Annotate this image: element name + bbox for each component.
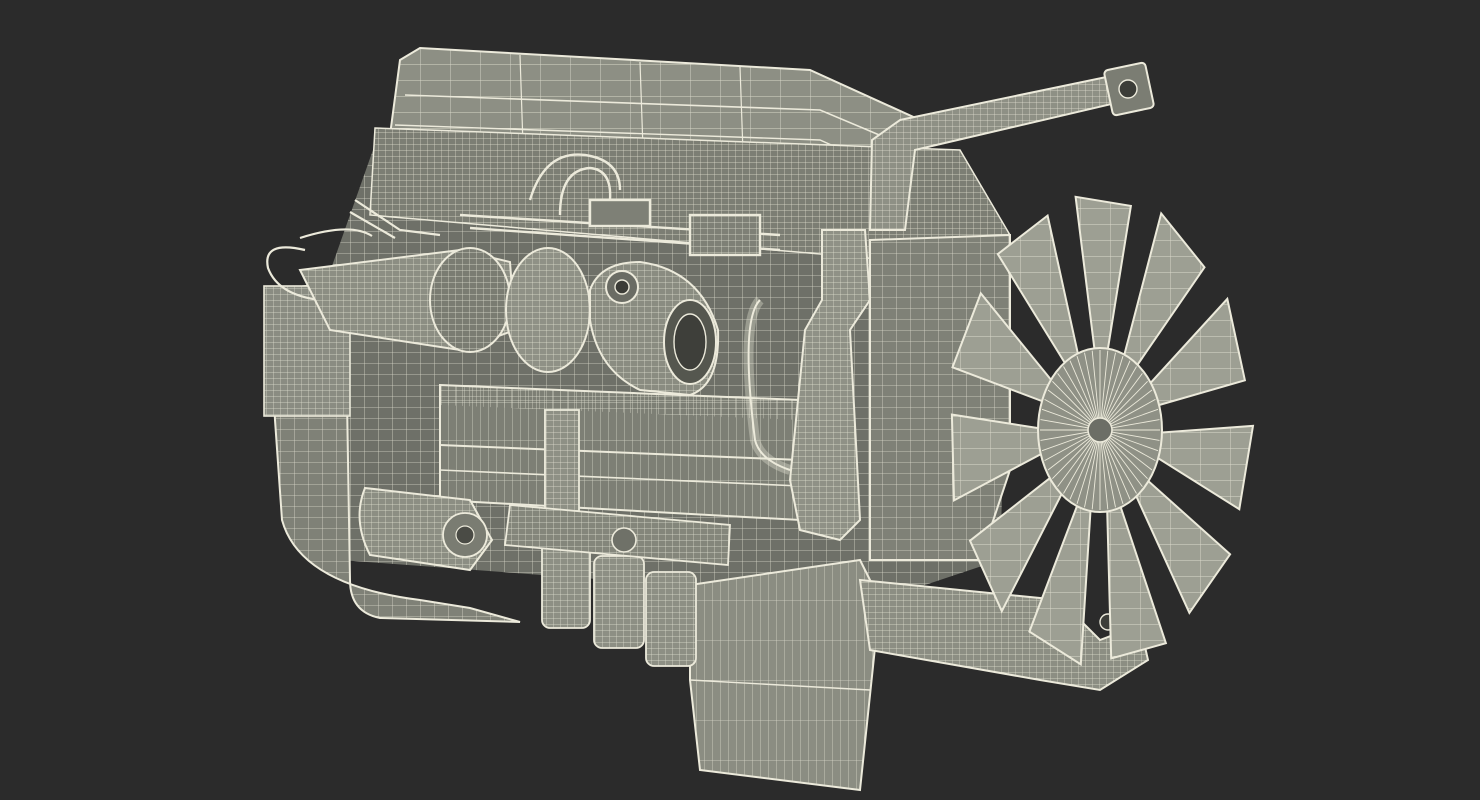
- engine-wireframe-render: [263, 46, 1255, 792]
- intake-manifold: [439, 383, 801, 522]
- timing-cover: [869, 233, 1011, 561]
- oil-pan: [689, 558, 882, 792]
- hub-cap: [1087, 417, 1113, 443]
- render-viewport: [0, 0, 1480, 800]
- fan-blade-mesh: [1075, 196, 1131, 368]
